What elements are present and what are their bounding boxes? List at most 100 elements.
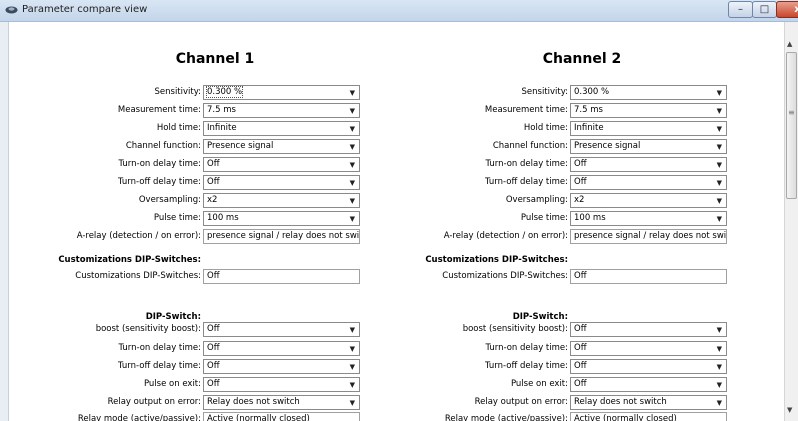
parameter-compare-window: Parameter compare view – □ x Channel 1 C… [0,0,798,421]
parameter-dropdown[interactable]: Off ▼ [570,157,727,172]
chevron-down-icon[interactable]: ▼ [717,343,722,355]
field-value: x2 [207,195,218,205]
parameter-dropdown[interactable]: 7.5 ms ▼ [203,103,360,118]
parameter-field[interactable]: Active (normally closed) [570,412,727,421]
parameter-dropdown[interactable]: Relay does not switch ▼ [570,395,727,410]
chevron-down-icon[interactable]: ▼ [717,159,722,171]
compare-panel: Channel 1 Channel 2 Sensitivity: 0.300 % ▼… [8,22,785,421]
field-value: 100 ms [574,213,606,223]
field-label: Pulse time: [520,213,568,223]
parameter-field[interactable]: presence signal / relay does not switch [203,229,360,244]
parameter-field[interactable]: Active (normally closed) [203,412,360,421]
parameter-dropdown[interactable]: Off ▼ [203,341,360,356]
parameter-dropdown[interactable]: 0.300 % ▼ [203,85,360,100]
field-label: Relay output on error: [474,397,568,407]
field-value: Off [207,271,220,281]
parameter-dropdown[interactable]: x2 ▼ [570,193,727,208]
chevron-down-icon[interactable]: ▼ [717,324,722,336]
parameter-dropdown[interactable]: Relay does not switch ▼ [203,395,360,410]
field-label: Relay output on error: [107,397,201,407]
maximize-button[interactable]: □ [752,1,777,18]
chevron-down-icon[interactable]: ▼ [717,379,722,391]
field-value: 7.5 ms [207,105,236,115]
parameter-dropdown[interactable]: Off ▼ [570,322,727,337]
chevron-down-icon[interactable]: ▼ [350,123,355,135]
field-value: Off [207,361,220,371]
field-label: Turn-off delay time: [485,361,568,371]
parameter-dropdown[interactable]: 0.300 % ▼ [570,85,727,100]
parameter-dropdown[interactable]: 7.5 ms ▼ [570,103,727,118]
field-value: 0.300 % [574,87,610,97]
chevron-down-icon[interactable]: ▼ [350,195,355,207]
chevron-down-icon[interactable]: ▼ [350,397,355,409]
minimize-button[interactable]: – [728,1,753,18]
field-value: Off [574,324,587,334]
chevron-down-icon[interactable]: ▼ [350,141,355,153]
field-value: Infinite [574,123,604,133]
close-button[interactable]: x [776,1,798,18]
parameter-dropdown[interactable]: 100 ms ▼ [203,211,360,226]
field-label: Sensitivity: [521,87,569,97]
field-value: Relay does not switch [207,397,300,407]
parameter-dropdown[interactable]: Off ▼ [203,157,360,172]
parameter-field[interactable]: Off [203,269,360,284]
parameter-dropdown[interactable]: Off ▼ [203,175,360,190]
field-value: Off [574,159,587,169]
field-value: 0.300 % [205,86,244,98]
chevron-down-icon[interactable]: ▼ [350,361,355,373]
channel-1-title: Channel 1 [175,51,255,67]
parameter-dropdown[interactable]: Infinite ▼ [570,121,727,136]
chevron-down-icon[interactable]: ▼ [717,123,722,135]
chevron-down-icon[interactable]: ▼ [350,87,355,99]
section-heading: Customizations DIP-Switches: [425,255,568,265]
field-label: Pulse on exit: [143,379,201,389]
field-label: Sensitivity: [154,87,202,97]
chevron-down-icon[interactable]: ▼ [350,105,355,117]
parameter-dropdown[interactable]: Off ▼ [203,322,360,337]
chevron-down-icon[interactable]: ▼ [717,87,722,99]
chevron-down-icon[interactable]: ▼ [350,324,355,336]
chevron-down-icon[interactable]: ▼ [350,379,355,391]
parameter-dropdown[interactable]: Infinite ▼ [203,121,360,136]
chevron-down-icon[interactable]: ▼ [350,159,355,171]
chevron-down-icon[interactable]: ▼ [717,213,722,225]
field-label: Turn-on delay time: [118,343,201,353]
chevron-down-icon[interactable]: ▼ [350,177,355,189]
field-value: Infinite [207,123,237,133]
parameter-field[interactable]: Off [570,269,727,284]
field-value: presence signal / relay does not switch [207,231,360,241]
parameter-field[interactable]: presence signal / relay does not switch [570,229,727,244]
parameter-dropdown[interactable]: Off ▼ [570,175,727,190]
parameter-dropdown[interactable]: x2 ▼ [203,193,360,208]
parameter-dropdown[interactable]: Off ▼ [570,377,727,392]
parameter-dropdown[interactable]: Off ▼ [203,359,360,374]
parameter-dropdown[interactable]: Off ▼ [570,359,727,374]
chevron-down-icon[interactable]: ▼ [717,177,722,189]
vertical-scrollbar[interactable]: ▲ ≡ ▼ [784,22,798,421]
parameter-dropdown[interactable]: Presence signal ▼ [570,139,727,154]
grip-icon: ≡ [788,108,795,117]
chevron-down-icon[interactable]: ▼ [717,361,722,373]
chevron-down-icon[interactable]: ▼ [717,195,722,207]
chevron-down-icon[interactable]: ▼ [350,343,355,355]
chevron-down-icon[interactable]: ▼ [350,213,355,225]
scroll-down-icon[interactable]: ▼ [787,406,792,414]
chevron-down-icon[interactable]: ▼ [717,105,722,117]
title-bar[interactable]: Parameter compare view – □ x [0,0,798,22]
parameter-dropdown[interactable]: 100 ms ▼ [570,211,727,226]
field-label: A-relay (detection / on error): [443,231,568,241]
scroll-up-icon[interactable]: ▲ [787,40,792,48]
field-label: A-relay (detection / on error): [76,231,201,241]
parameter-dropdown[interactable]: Off ▼ [203,377,360,392]
parameter-dropdown[interactable]: Presence signal ▼ [203,139,360,154]
field-value: Off [574,177,587,187]
field-value: Off [207,177,220,187]
chevron-down-icon[interactable]: ▼ [717,397,722,409]
field-label: Turn-off delay time: [485,177,568,187]
parameter-dropdown[interactable]: Off ▼ [570,341,727,356]
field-value: Presence signal [574,141,641,151]
chevron-down-icon[interactable]: ▼ [717,141,722,153]
field-label: boost (sensitivity boost): [95,324,201,334]
scroll-thumb[interactable] [786,52,797,199]
field-label: Measurement time: [484,105,568,115]
